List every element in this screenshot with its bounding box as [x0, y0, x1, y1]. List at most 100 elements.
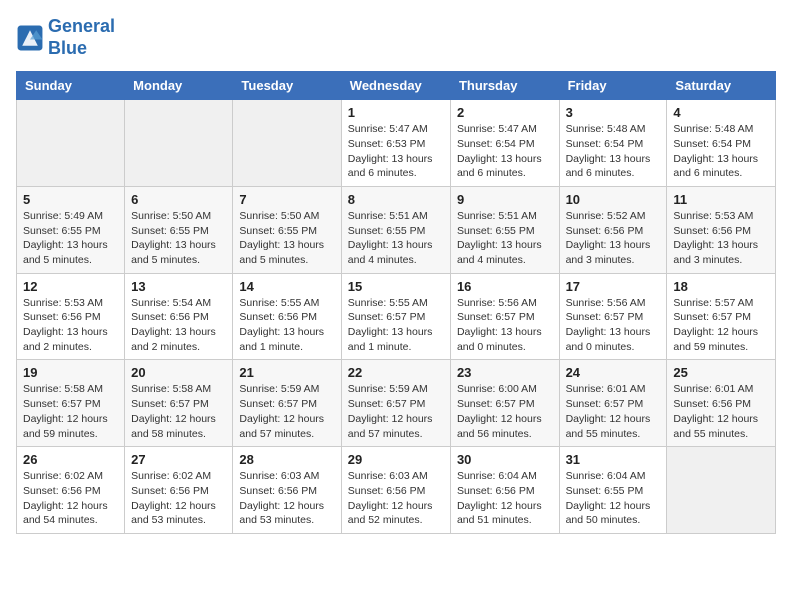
day-info: Sunrise: 5:47 AM Sunset: 6:54 PM Dayligh…	[457, 122, 553, 181]
calendar-table: SundayMondayTuesdayWednesdayThursdayFrid…	[16, 71, 776, 534]
day-info: Sunrise: 5:55 AM Sunset: 6:57 PM Dayligh…	[348, 296, 444, 355]
day-info: Sunrise: 5:53 AM Sunset: 6:56 PM Dayligh…	[23, 296, 118, 355]
calendar-cell	[667, 447, 776, 534]
calendar-cell	[125, 100, 233, 187]
day-number: 23	[457, 365, 553, 380]
calendar-cell: 26Sunrise: 6:02 AM Sunset: 6:56 PM Dayli…	[17, 447, 125, 534]
weekday-header-row: SundayMondayTuesdayWednesdayThursdayFrid…	[17, 72, 776, 100]
day-number: 4	[673, 105, 769, 120]
day-number: 11	[673, 192, 769, 207]
day-info: Sunrise: 5:55 AM Sunset: 6:56 PM Dayligh…	[239, 296, 334, 355]
calendar-cell	[233, 100, 341, 187]
calendar-cell: 16 Sunrise: 5:56 AM Sunset: 6:57 PM Dayli…	[450, 273, 559, 360]
day-info: Sunrise: 5:47 AM Sunset: 6:53 PM Dayligh…	[348, 122, 444, 181]
day-info: Sunrise: 6:03 AM Sunset: 6:56 PM Dayligh…	[348, 469, 444, 528]
calendar-cell: 4 Sunrise: 5:48 AM Sunset: 6:54 PM Daylig…	[667, 100, 776, 187]
day-info: Sunrise: 5:56 AM Sunset: 6:57 PM Dayligh…	[566, 296, 661, 355]
day-number: 9	[457, 192, 553, 207]
day-number: 15	[348, 279, 444, 294]
calendar-cell: 15 Sunrise: 5:55 AM Sunset: 6:57 PM Dayli…	[341, 273, 450, 360]
day-info: Sunrise: 5:49 AM Sunset: 6:55 PM Dayligh…	[23, 209, 118, 268]
calendar-cell: 6Sunrise: 5:50 AM Sunset: 6:55 PM Daylig…	[125, 186, 233, 273]
calendar-cell: 30 Sunrise: 6:04 AM Sunset: 6:56 PM Dayli…	[450, 447, 559, 534]
day-number: 5	[23, 192, 118, 207]
calendar-cell: 11 Sunrise: 5:53 AM Sunset: 6:56 PM Dayli…	[667, 186, 776, 273]
logo-text: General Blue	[48, 16, 115, 59]
calendar-week-row: 26 Sunrise: 6:02 AM Sunset: 6:56 PM Dayli…	[17, 447, 776, 534]
calendar-cell: 18Sunrise: 5:57 AM Sunset: 6:57 PM Dayli…	[667, 273, 776, 360]
calendar-cell: 7Sunrise: 5:50 AM Sunset: 6:55 PM Daylig…	[233, 186, 341, 273]
day-number: 26	[23, 452, 118, 467]
day-number: 19	[23, 365, 118, 380]
day-number: 22	[348, 365, 444, 380]
day-info: Sunrise: 5:58 AM Sunset: 6:57 PM Dayligh…	[131, 382, 226, 441]
day-number: 12	[23, 279, 118, 294]
calendar-cell: 31 Sunrise: 6:04 AM Sunset: 6:55 PM Dayli…	[559, 447, 667, 534]
day-info: Sunrise: 6:00 AM Sunset: 6:57 PM Dayligh…	[457, 382, 553, 441]
day-number: 3	[566, 105, 661, 120]
day-info: Sunrise: 6:04 AM Sunset: 6:56 PM Dayligh…	[457, 469, 553, 528]
calendar-week-row: 5 Sunrise: 5:49 AM Sunset: 6:55 PM Daylig…	[17, 186, 776, 273]
calendar-week-row: 12 Sunrise: 5:53 AM Sunset: 6:56 PM Dayli…	[17, 273, 776, 360]
calendar-cell: 14 Sunrise: 5:55 AM Sunset: 6:56 PM Dayli…	[233, 273, 341, 360]
page-header: General Blue	[16, 16, 776, 59]
day-info: Sunrise: 5:59 AM Sunset: 6:57 PM Dayligh…	[348, 382, 444, 441]
logo-icon	[16, 24, 44, 52]
calendar-cell: 24Sunrise: 6:01 AM Sunset: 6:57 PM Dayli…	[559, 360, 667, 447]
day-number: 29	[348, 452, 444, 467]
calendar-cell: 21 Sunrise: 5:59 AM Sunset: 6:57 PM Dayli…	[233, 360, 341, 447]
day-info: Sunrise: 5:53 AM Sunset: 6:56 PM Dayligh…	[673, 209, 769, 268]
calendar-cell: 8 Sunrise: 5:51 AM Sunset: 6:55 PM Daylig…	[341, 186, 450, 273]
calendar-cell: 23 Sunrise: 6:00 AM Sunset: 6:57 PM Dayli…	[450, 360, 559, 447]
calendar-cell: 27 Sunrise: 6:02 AM Sunset: 6:56 PM Dayli…	[125, 447, 233, 534]
calendar-cell: 22 Sunrise: 5:59 AM Sunset: 6:57 PM Dayli…	[341, 360, 450, 447]
day-info: Sunrise: 5:51 AM Sunset: 6:55 PM Dayligh…	[348, 209, 444, 268]
day-number: 27	[131, 452, 226, 467]
day-number: 31	[566, 452, 661, 467]
calendar-cell: 1 Sunrise: 5:47 AM Sunset: 6:53 PM Daylig…	[341, 100, 450, 187]
weekday-header-sunday: Sunday	[17, 72, 125, 100]
calendar-cell: 9Sunrise: 5:51 AM Sunset: 6:55 PM Daylig…	[450, 186, 559, 273]
day-info: Sunrise: 5:48 AM Sunset: 6:54 PM Dayligh…	[673, 122, 769, 181]
day-number: 13	[131, 279, 226, 294]
day-info: Sunrise: 5:56 AM Sunset: 6:57 PM Dayligh…	[457, 296, 553, 355]
calendar-cell: 10Sunrise: 5:52 AM Sunset: 6:56 PM Dayli…	[559, 186, 667, 273]
day-info: Sunrise: 5:50 AM Sunset: 6:55 PM Dayligh…	[131, 209, 226, 268]
day-number: 16	[457, 279, 553, 294]
day-number: 20	[131, 365, 226, 380]
day-info: Sunrise: 5:59 AM Sunset: 6:57 PM Dayligh…	[239, 382, 334, 441]
day-number: 30	[457, 452, 553, 467]
day-number: 17	[566, 279, 661, 294]
calendar-cell: 13 Sunrise: 5:54 AM Sunset: 6:56 PM Dayli…	[125, 273, 233, 360]
day-info: Sunrise: 6:03 AM Sunset: 6:56 PM Dayligh…	[239, 469, 334, 528]
day-number: 2	[457, 105, 553, 120]
day-number: 14	[239, 279, 334, 294]
weekday-header-saturday: Saturday	[667, 72, 776, 100]
day-number: 1	[348, 105, 444, 120]
calendar-cell: 28 Sunrise: 6:03 AM Sunset: 6:56 PM Dayli…	[233, 447, 341, 534]
calendar-cell: 25Sunrise: 6:01 AM Sunset: 6:56 PM Dayli…	[667, 360, 776, 447]
logo: General Blue	[16, 16, 115, 59]
weekday-header-wednesday: Wednesday	[341, 72, 450, 100]
day-number: 28	[239, 452, 334, 467]
calendar-week-row: 1 Sunrise: 5:47 AM Sunset: 6:53 PM Daylig…	[17, 100, 776, 187]
day-info: Sunrise: 6:01 AM Sunset: 6:56 PM Dayligh…	[673, 382, 769, 441]
day-info: Sunrise: 6:01 AM Sunset: 6:57 PM Dayligh…	[566, 382, 661, 441]
day-info: Sunrise: 6:04 AM Sunset: 6:55 PM Dayligh…	[566, 469, 661, 528]
weekday-header-tuesday: Tuesday	[233, 72, 341, 100]
day-info: Sunrise: 5:58 AM Sunset: 6:57 PM Dayligh…	[23, 382, 118, 441]
calendar-cell: 2 Sunrise: 5:47 AM Sunset: 6:54 PM Daylig…	[450, 100, 559, 187]
day-number: 8	[348, 192, 444, 207]
day-number: 10	[566, 192, 661, 207]
calendar-cell: 17 Sunrise: 5:56 AM Sunset: 6:57 PM Dayli…	[559, 273, 667, 360]
calendar-cell: 5 Sunrise: 5:49 AM Sunset: 6:55 PM Daylig…	[17, 186, 125, 273]
calendar-cell: 12 Sunrise: 5:53 AM Sunset: 6:56 PM Dayli…	[17, 273, 125, 360]
day-info: Sunrise: 5:54 AM Sunset: 6:56 PM Dayligh…	[131, 296, 226, 355]
calendar-cell	[17, 100, 125, 187]
calendar-cell: 19 Sunrise: 5:58 AM Sunset: 6:57 PM Dayli…	[17, 360, 125, 447]
day-info: Sunrise: 5:48 AM Sunset: 6:54 PM Dayligh…	[566, 122, 661, 181]
day-number: 7	[239, 192, 334, 207]
day-info: Sunrise: 6:02 AM Sunset: 6:56 PM Dayligh…	[131, 469, 226, 528]
day-number: 21	[239, 365, 334, 380]
weekday-header-friday: Friday	[559, 72, 667, 100]
